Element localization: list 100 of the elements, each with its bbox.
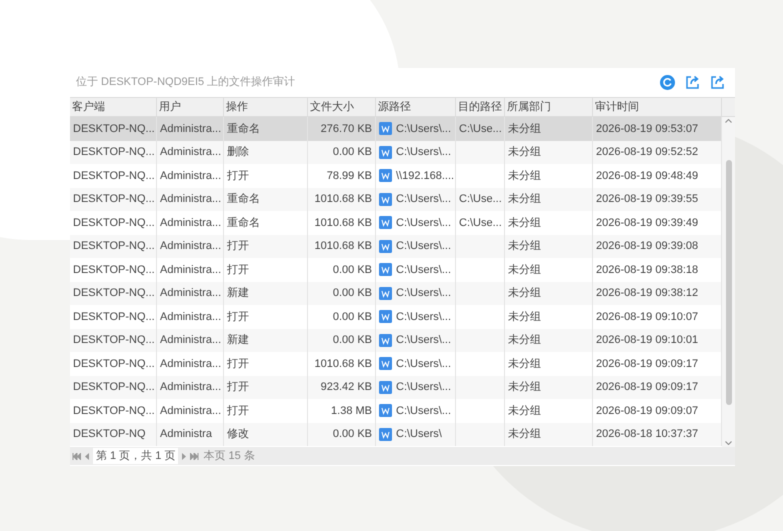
document-icon — [379, 380, 392, 394]
scroll-down-icon[interactable] — [725, 441, 732, 445]
table-row[interactable]: DESKTOP-NQ... Administra... 新建 0.00 KB C:\Users\... 未分组 2026-08-19 09:10:01 — [70, 328, 722, 352]
table-cell-text: DESKTOP-NQ — [73, 427, 146, 442]
document-icon — [379, 428, 392, 441]
table-cell-text: DESKTOP-NQ... — [73, 145, 155, 160]
table-cell-text: Administra... — [160, 286, 222, 301]
table-cell-text: DESKTOP-NQ... — [73, 168, 155, 184]
column-header[interactable]: 用户 — [159, 98, 181, 116]
table-cell-text: 打开 — [227, 168, 249, 184]
document-icon — [379, 240, 392, 253]
table-cell-text: 0.00 KB — [332, 310, 372, 324]
table-cell-text: DESKTOP-NQ... — [73, 239, 155, 254]
table-cell-text: 78.99 KB — [326, 168, 372, 184]
document-icon — [379, 404, 392, 418]
table-cell-text: 1.38 MB — [331, 404, 372, 418]
table-cell-text: DESKTOP-NQ... — [73, 216, 155, 230]
table-row[interactable]: DESKTOP-NQ... Administra... 打开 1010.68 KB C:\Users\... 未分组 2026-08-19 09:39:08 — [70, 234, 722, 258]
table-cell-text: DESKTOP-NQ... — [73, 122, 155, 136]
table-cell-text: Administra... — [160, 239, 222, 254]
document-icon — [379, 146, 392, 159]
table-cell-text: 2026-08-19 09:09:17 — [596, 356, 698, 372]
table-cell-text: 未分组 — [508, 404, 541, 418]
table-row[interactable]: DESKTOP-NQ Administra 修改 0.00 KB C:\Users\ 未分组 2026-08-18 10:37:37 — [70, 422, 722, 446]
last-page-icon[interactable] — [190, 452, 200, 460]
table-cell-text: Administra... — [160, 122, 222, 136]
table-cell-text: 0.00 KB — [332, 262, 372, 278]
table-row[interactable]: DESKTOP-NQ... Administra... 打开 923.42 KB C:\Users\... 未分组 2026-08-19 09:09:17 — [70, 376, 722, 399]
table-cell-text: 923.42 KB — [320, 380, 372, 395]
column-header[interactable]: 客户端 — [72, 98, 105, 116]
export-icon[interactable] — [710, 75, 725, 90]
table-cell-text: Administra... — [160, 216, 222, 230]
table-cell-text: 2026-08-19 09:10:01 — [596, 333, 698, 348]
refresh-icon[interactable] — [660, 75, 675, 90]
table-cell-text: 未分组 — [508, 216, 541, 230]
table-cell-text: 重命名 — [227, 192, 260, 207]
column-header[interactable]: 文件大小 — [310, 98, 354, 116]
scrollbar[interactable] — [722, 117, 735, 447]
table-row[interactable]: DESKTOP-NQ... Administra... 重命名 1010.68 KB C:\Users\... C:\Use... 未分组 2026-08-19 09:39:55 — [70, 188, 722, 211]
table-cell-text: C:\Users\... — [396, 145, 452, 160]
table-cell-text: 删除 — [227, 145, 249, 160]
column-header[interactable]: 目的路径 — [458, 98, 502, 116]
previous-page-icon[interactable] — [85, 452, 89, 460]
table-cell-text: 打开 — [227, 239, 249, 254]
table-cell-text: 打开 — [227, 404, 249, 418]
table-cell-text: Administra... — [160, 356, 222, 372]
table-cell-text: 未分组 — [508, 310, 541, 324]
table-cell-text: 2026-08-19 09:38:18 — [596, 262, 698, 278]
table-cell-text: 2026-08-19 09:38:12 — [596, 286, 698, 301]
table-row[interactable]: DESKTOP-NQ... Administra... 重命名 276.70 KB C:\Users\... C:\Use... 未分组 2026-08-19 09:53:07 — [70, 117, 722, 140]
table-cell-text: 未分组 — [508, 380, 541, 395]
table-cell-text: 2026-08-19 09:10:07 — [596, 310, 698, 324]
table-cell-text: 未分组 — [508, 286, 541, 301]
column-header[interactable]: 所属部门 — [507, 98, 551, 116]
table-cell-text: 2026-08-18 10:37:37 — [596, 427, 698, 442]
table-cell-text: 1010.68 KB — [314, 216, 372, 230]
table-cell-text: 2026-08-19 09:48:49 — [596, 168, 698, 184]
table-cell-text: 2026-08-19 09:39:49 — [596, 216, 698, 230]
table-cell-text: 未分组 — [508, 356, 541, 372]
table-cell-text: 打开 — [227, 310, 249, 324]
table-cell-text: Administra... — [160, 192, 222, 207]
table-cell-text: C:\Users\... — [396, 286, 452, 301]
table-cell-text: 1010.68 KB — [314, 192, 372, 207]
export-icon[interactable] — [685, 75, 700, 90]
page-info: 第 1 页，共 1 页 — [93, 448, 178, 464]
table-cell-text: DESKTOP-NQ... — [73, 404, 155, 418]
scroll-up-icon[interactable] — [725, 119, 732, 123]
first-page-icon[interactable] — [72, 452, 81, 460]
table-cell-text: 未分组 — [508, 262, 541, 278]
table-cell-text: C:\Users\... — [396, 404, 452, 418]
table-cell-text: C:\Users\... — [396, 356, 452, 372]
table-cell-text: 新建 — [227, 332, 249, 348]
scroll-thumb[interactable] — [726, 160, 732, 404]
table-cell-text: C:\Users\... — [396, 333, 452, 348]
table-cell-text: 重命名 — [227, 216, 260, 230]
window-title: 位于 DESKTOP-NQD9EI5 上的文件操作审计 — [76, 74, 296, 90]
table-cell-text: C:\Use... — [459, 192, 502, 207]
table-row[interactable]: DESKTOP-NQ... Administra... 删除 0.00 KB C:\Users\... 未分组 2026-08-19 09:52:52 — [70, 140, 722, 164]
table-cell-text: \\192.168.... — [396, 168, 454, 184]
document-icon — [379, 192, 392, 206]
next-page-icon[interactable] — [182, 452, 186, 460]
table-cell-text: 修改 — [227, 427, 249, 442]
table-cell-text: Administra — [160, 427, 212, 442]
column-header[interactable]: 操作 — [226, 98, 248, 116]
column-header[interactable]: 源路径 — [378, 98, 411, 116]
table-cell-text: DESKTOP-NQ... — [73, 356, 155, 372]
table-cell-text: 未分组 — [508, 145, 541, 160]
table-cell-text: 0.00 KB — [332, 333, 372, 348]
table-cell-text: 未分组 — [508, 192, 541, 207]
table-row[interactable]: DESKTOP-NQ... Administra... 新建 0.00 KB C:\Users\... 未分组 2026-08-19 09:38:12 — [70, 282, 722, 305]
table-cell-text: 新建 — [227, 286, 249, 301]
table-cell-text: C:\Users\... — [396, 192, 452, 207]
table-cell-text: 0.00 KB — [332, 145, 372, 160]
table-cell-text: 1010.68 KB — [314, 356, 372, 372]
table-cell-text: 打开 — [227, 262, 249, 278]
column-header[interactable]: 审计时间 — [595, 98, 639, 116]
table-cell-text: 打开 — [227, 356, 249, 372]
table-cell-text: 2026-08-19 09:09:07 — [596, 404, 698, 418]
table-cell-text: DESKTOP-NQ... — [73, 333, 155, 348]
table-cell-text: C:\Use... — [459, 216, 502, 230]
